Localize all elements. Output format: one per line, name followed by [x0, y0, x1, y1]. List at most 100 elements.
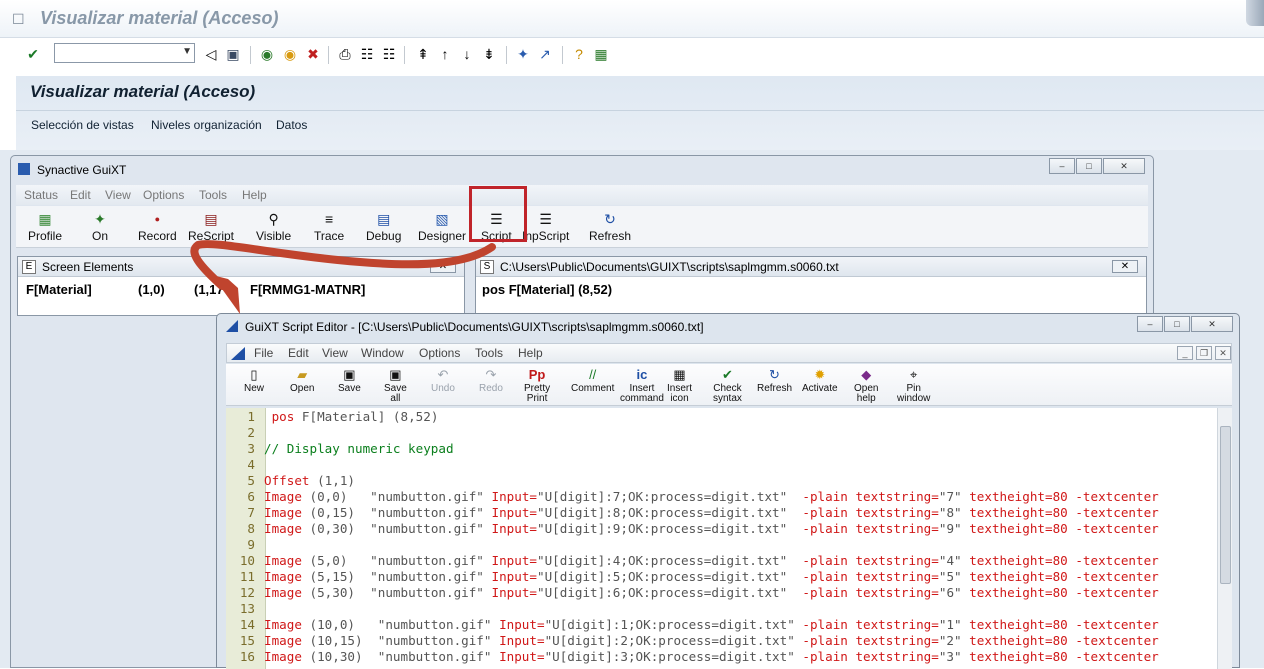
org-levels-button[interactable]: Niveles organización: [151, 118, 262, 132]
code-line[interactable]: 6 Image (0,0) "numbutton.gif" Input="U[di…: [226, 489, 1158, 505]
close-icon[interactable]: ✕: [1112, 260, 1138, 273]
pretty-print-button[interactable]: Pp Pretty Print: [524, 366, 550, 404]
maximize-button[interactable]: □: [1076, 158, 1102, 174]
menu-window[interactable]: Window: [361, 346, 404, 360]
check-syntax-button[interactable]: ✔ Check syntax: [713, 366, 742, 404]
comment-button[interactable]: //Comment: [571, 366, 614, 394]
new-button[interactable]: ▯ New: [244, 366, 264, 394]
code-keyword: Image: [264, 505, 302, 520]
insert-command-button[interactable]: ic Insert command: [620, 366, 664, 404]
refresh-button[interactable]: ↻ Refresh: [589, 209, 631, 243]
code-line[interactable]: 9: [226, 537, 264, 553]
inpscript-button[interactable]: ☰ InpScript: [522, 209, 569, 243]
minimize-button[interactable]: –: [1137, 316, 1163, 332]
line-number: 15: [239, 633, 255, 648]
first-page-icon[interactable]: ⇞: [414, 45, 432, 63]
next-page-icon[interactable]: ↓: [458, 45, 476, 63]
line-number: 1: [247, 409, 255, 424]
code-text: "U[digit]:5;OK:process=digit.txt": [536, 569, 788, 584]
code-line[interactable]: 12 Image (5,30) "numbutton.gif" Input="U[…: [226, 585, 1159, 601]
code-keyword: pos: [264, 409, 295, 424]
code-keyword: -plain textstring=: [794, 617, 939, 632]
close-button[interactable]: ✕: [1191, 316, 1233, 332]
exit-icon[interactable]: ☐: [12, 11, 28, 27]
last-page-icon[interactable]: ⇟: [480, 45, 498, 63]
menu-options[interactable]: Options: [143, 188, 184, 202]
find-next-icon[interactable]: ☷: [380, 45, 398, 63]
code-line[interactable]: 8 Image (0,30) "numbutton.gif" Input="U[d…: [226, 521, 1158, 537]
code-keyword: Input=: [491, 553, 537, 568]
trace-button[interactable]: ≡ Trace: [314, 209, 344, 243]
shortcut-icon[interactable]: ↗: [536, 45, 554, 63]
help-icon[interactable]: ?: [570, 45, 588, 63]
menu-file[interactable]: File: [254, 346, 273, 360]
mdi-minimize-button[interactable]: _: [1177, 346, 1193, 360]
close-icon[interactable]: ✕: [430, 260, 456, 273]
debug-button[interactable]: ▤ Debug: [366, 209, 401, 243]
find-icon[interactable]: ☷: [358, 45, 376, 63]
code-line[interactable]: 16 Image (10,30) "numbutton.gif" Input="U…: [226, 649, 1159, 665]
maximize-button[interactable]: □: [1164, 316, 1190, 332]
close-button[interactable]: ✕: [1103, 158, 1145, 174]
code-line[interactable]: 1 pos F[Material] (8,52): [226, 409, 438, 425]
select-views-button[interactable]: Selección de vistas: [31, 118, 134, 132]
undo-button[interactable]: ↶ Undo: [431, 366, 455, 394]
menu-edit[interactable]: Edit: [288, 346, 309, 360]
rescript-button[interactable]: ▤ ReScript: [188, 209, 234, 243]
record-button[interactable]: ● Record: [138, 209, 177, 243]
mdi-restore-button[interactable]: ❐: [1196, 346, 1212, 360]
menu-view[interactable]: View: [322, 346, 348, 360]
enter-icon[interactable]: ✔: [24, 45, 42, 63]
scrollbar-thumb[interactable]: [1220, 426, 1231, 584]
back-arrow-icon[interactable]: ◁: [202, 45, 220, 63]
code-text: "5": [938, 569, 962, 584]
refresh-button[interactable]: ↻ Refresh: [757, 366, 792, 394]
code-line[interactable]: 5 Offset (1,1): [226, 473, 355, 489]
print-icon[interactable]: ⎙: [336, 45, 354, 63]
cancel-icon[interactable]: ✖: [304, 45, 322, 63]
code-line[interactable]: 15 Image (10,15) "numbutton.gif" Input="U…: [226, 633, 1159, 649]
menu-tools[interactable]: Tools: [199, 188, 227, 202]
menu-options[interactable]: Options: [419, 346, 460, 360]
redo-button[interactable]: ↷ Redo: [479, 366, 503, 394]
exit-icon[interactable]: ◉: [281, 45, 299, 63]
vertical-scrollbar[interactable]: [1217, 408, 1232, 669]
designer-button[interactable]: ▧ Designer: [418, 209, 466, 243]
data-button[interactable]: Datos: [276, 118, 307, 132]
back-icon[interactable]: ◉: [258, 45, 276, 63]
code-line[interactable]: 4: [226, 457, 264, 473]
pin-window-button[interactable]: ⌖ Pin window: [897, 366, 930, 404]
code-line[interactable]: 10 Image (5,0) "numbutton.gif" Input="U[d…: [226, 553, 1159, 569]
save-icon[interactable]: ▣: [224, 45, 242, 63]
mdi-close-button[interactable]: ✕: [1215, 346, 1231, 360]
on-button[interactable]: ✦ On: [92, 209, 108, 243]
code-keyword: Input=: [491, 505, 537, 520]
menu-tools[interactable]: Tools: [475, 346, 503, 360]
visible-button[interactable]: ⚲ Visible: [256, 209, 291, 243]
code-line[interactable]: 14 Image (10,0) "numbutton.gif" Input="U[…: [226, 617, 1159, 633]
code-line[interactable]: 3 // Display numeric keypad: [226, 441, 453, 457]
profile-button[interactable]: ▦ Profile: [28, 209, 62, 243]
save-button[interactable]: ▣ Save: [338, 366, 361, 394]
save-all-button[interactable]: ▣ Save all: [384, 366, 407, 404]
code-line[interactable]: 2: [226, 425, 264, 441]
new-session-icon[interactable]: ✦: [514, 45, 532, 63]
menu-edit[interactable]: Edit: [70, 188, 91, 202]
insert-icon-button[interactable]: ▦ Insert icon: [667, 366, 692, 404]
open-button[interactable]: ▰ Open: [290, 366, 314, 394]
menu-status[interactable]: Status: [24, 188, 58, 202]
menu-help[interactable]: Help: [518, 346, 543, 360]
code-editor[interactable]: 1 pos F[Material] (8,52) 2 3// Display num…: [226, 408, 1217, 669]
previous-page-icon[interactable]: ↑: [436, 45, 454, 63]
code-line[interactable]: 7 Image (0,15) "numbutton.gif" Input="U[d…: [226, 505, 1158, 521]
open-help-button[interactable]: ◆ Open help: [854, 366, 878, 404]
activate-button[interactable]: ✹ Activate: [802, 366, 838, 394]
code-line[interactable]: 13: [226, 601, 264, 617]
layout-icon[interactable]: ▦: [592, 45, 610, 63]
code-line[interactable]: 11 Image (5,15) "numbutton.gif" Input="U[…: [226, 569, 1159, 585]
command-field[interactable]: ▼: [54, 43, 195, 63]
chevron-down-icon[interactable]: ▼: [182, 46, 192, 57]
menu-view[interactable]: View: [105, 188, 131, 202]
minimize-button[interactable]: –: [1049, 158, 1075, 174]
menu-help[interactable]: Help: [242, 188, 267, 202]
